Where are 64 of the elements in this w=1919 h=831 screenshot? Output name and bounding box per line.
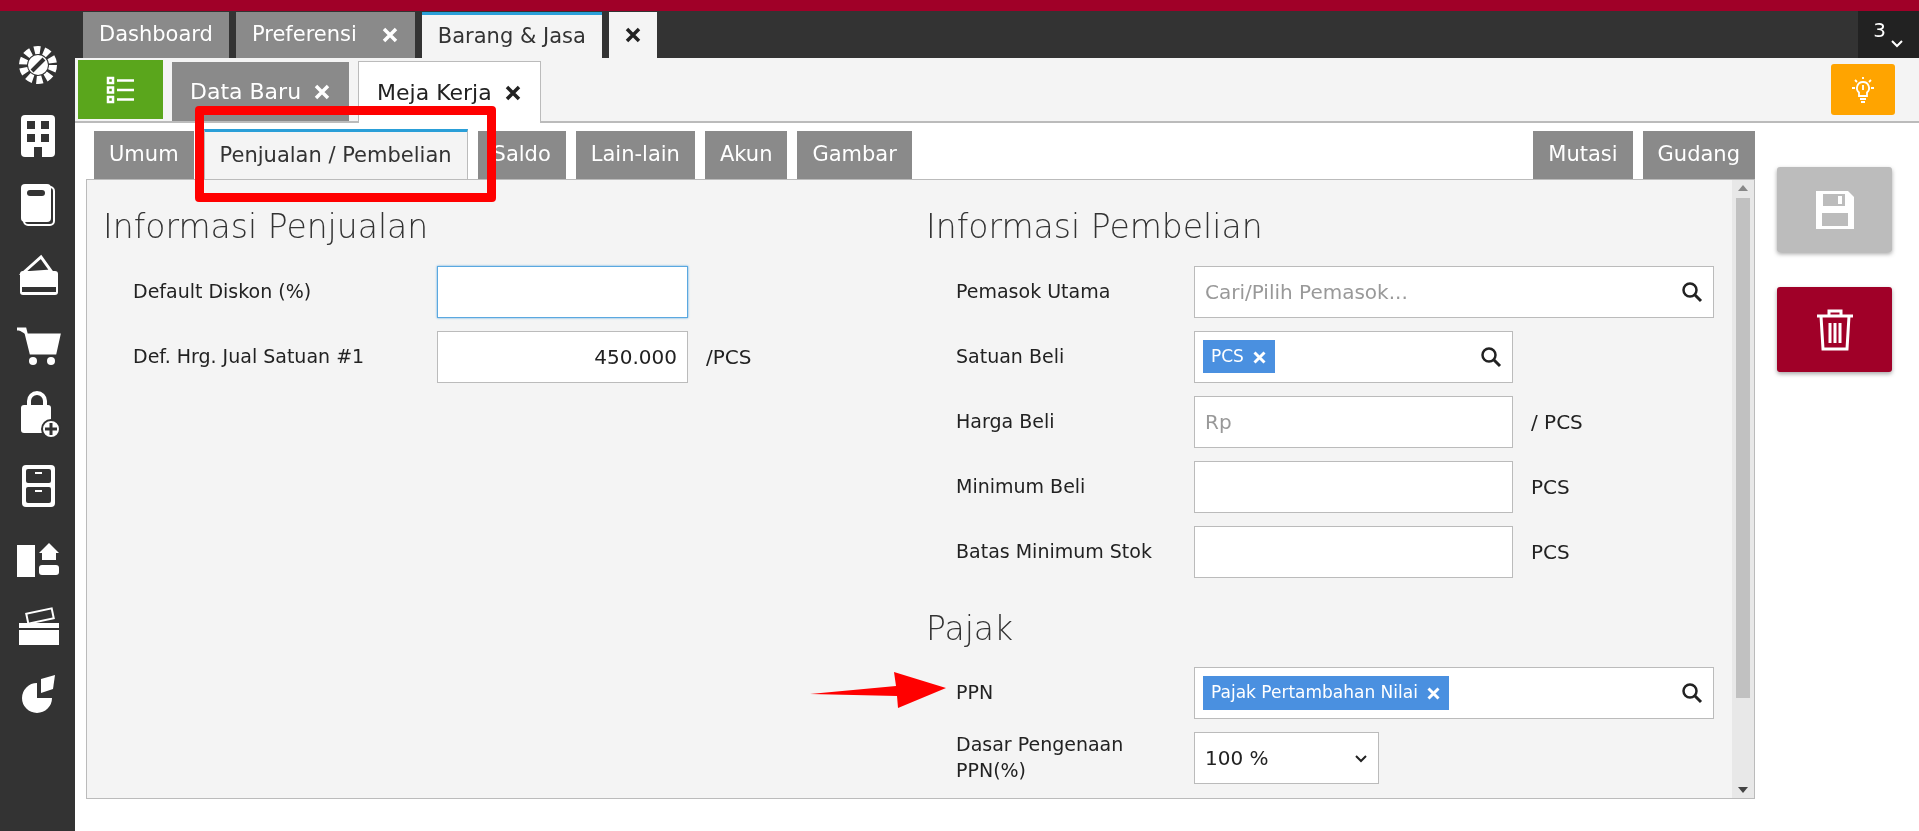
unit-label: PCS [1531,538,1570,566]
field-label: Batas Minimum Stok [955,538,1153,564]
section-tab[interactable]: Umum [94,131,194,179]
tag-input-field[interactable]: PCS [1194,330,1513,383]
input-field[interactable] [1194,460,1513,513]
input-field[interactable] [1194,525,1513,578]
section-tab[interactable]: Gudang [1642,131,1755,179]
window-tab[interactable]: Preferensi [235,12,415,58]
close-icon [1251,349,1267,365]
document-tab[interactable]: Meja Kerja [358,61,541,123]
lightbulb-icon [1850,75,1876,104]
section-tab[interactable]: Lain-lain [575,131,695,179]
unit-label: PCS [1531,473,1570,501]
search-field[interactable]: Cari/Pilih Pemasok... [1194,265,1714,318]
window-tab[interactable]: Barang & Jasa [421,12,602,58]
tab-close-button[interactable] [608,12,657,58]
scroll-thumb[interactable] [1736,198,1750,698]
scrollbar[interactable] [1732,180,1754,798]
section-tab[interactable]: Penjualan / Pembelian [203,129,468,179]
field-label: Minimum Beli [955,473,1087,499]
tag-chip: Pajak Pertambahan Nilai [1203,676,1449,710]
tag-remove-button[interactable] [1425,684,1441,702]
input-field[interactable]: 450.000 [437,330,688,383]
input-field[interactable]: Rp [1194,395,1513,448]
close-icon [503,83,522,102]
field-label: PPN [955,680,995,706]
close-icon [623,26,642,44]
search-icon[interactable] [1480,345,1502,368]
input-field[interactable] [437,265,688,318]
search-icon[interactable] [1681,280,1703,303]
list-menu-button[interactable] [78,60,163,119]
tab-counter-button[interactable]: 3 [1858,11,1919,58]
scroll-up-icon[interactable] [1737,184,1749,192]
tag-remove-button[interactable] [1251,348,1267,365]
text-input[interactable]: 450.000 [448,341,677,372]
scroll-down-icon[interactable] [1737,786,1749,794]
unit-label: /PCS [706,343,752,371]
close-icon [1425,686,1441,701]
unit-label: / PCS [1531,408,1583,436]
text-input[interactable]: Rp [1205,406,1502,437]
trash-icon [1814,307,1855,352]
select-dropdown[interactable]: 100 % [1194,732,1379,784]
list-icon [105,75,136,104]
field-label: Satuan Beli [955,343,1066,369]
search-input[interactable]: Cari/Pilih Pemasok... [1205,276,1681,307]
tag-chip: PCS [1203,339,1275,374]
section-heading: Pajak [926,607,1015,650]
field-label: Def. Hrg. Jual Satuan #1 [132,343,366,369]
delete-button[interactable] [1777,287,1892,372]
field-label: Dasar Pengenaan PPN(%) [955,732,1125,783]
section-tab[interactable]: Mutasi [1533,131,1633,179]
section-heading: Informasi Penjualan [103,206,430,248]
section-tab[interactable]: Akun [704,131,788,179]
search-icon[interactable] [1681,682,1703,704]
field-label: Default Diskon (%) [132,278,313,304]
field-label: Pemasok Utama [955,278,1112,304]
field-label: Harga Beli [955,408,1056,434]
section-tab[interactable]: Gambar [797,131,912,179]
section-heading: Informasi Pembelian [926,206,1264,248]
close-icon [313,82,332,101]
tag-input-field[interactable]: Pajak Pertambahan Nilai [1194,667,1714,719]
window-tab[interactable]: Dashboard [83,12,229,58]
chevron-down-icon [1889,39,1904,49]
chevron-down-icon [1354,753,1368,763]
